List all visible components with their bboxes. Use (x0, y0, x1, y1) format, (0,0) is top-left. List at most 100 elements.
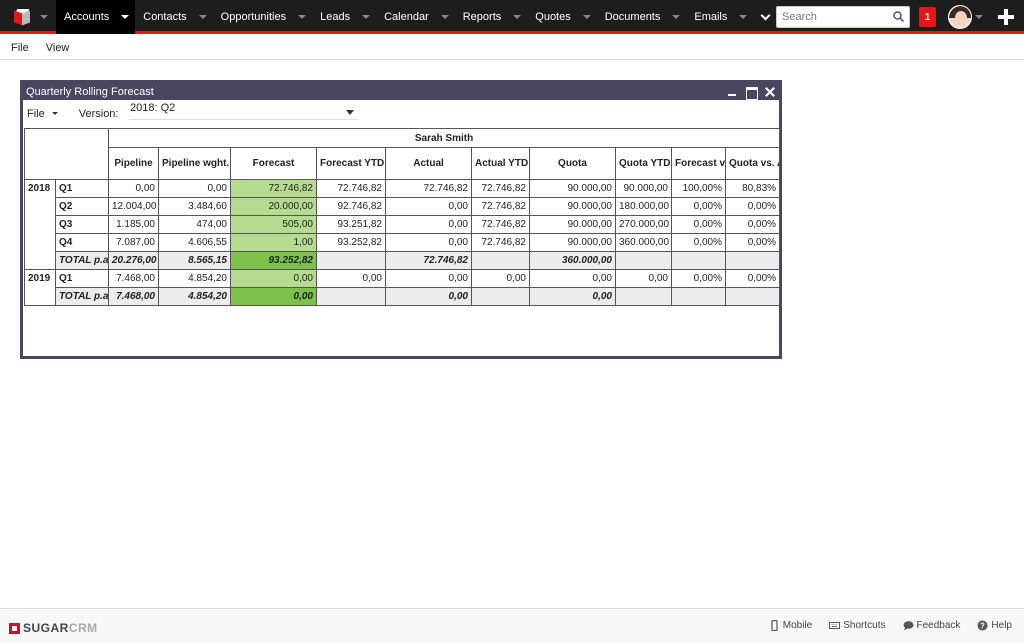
footer-link-help[interactable]: ? Help (977, 620, 1012, 631)
nav-item-label: Reports (462, 11, 502, 23)
quick-create-plus-icon[interactable] (998, 9, 1014, 25)
nav-item-accounts[interactable]: Accounts (56, 0, 136, 34)
nav-item-quotes[interactable]: Quotes (527, 0, 596, 34)
chevron-down-icon[interactable] (739, 15, 748, 19)
forecast-input-cell[interactable]: 72.746,82 (230, 179, 317, 198)
nav-item-reports[interactable]: Reports (455, 0, 528, 34)
nav-item-calendar[interactable]: Calendar (376, 0, 455, 34)
value-cell: 0,00 (471, 269, 530, 288)
version-value: 2018: Q2 (130, 102, 176, 114)
total-row: TOTAL p.a. 7.468,00 4.854,20 0,00 0,00 0,00 (25, 287, 781, 306)
column-header[interactable]: Forecast vs. Actual (671, 147, 726, 180)
minimize-icon[interactable] (726, 86, 738, 98)
column-header[interactable]: Actual (385, 147, 472, 180)
nav-item-contacts[interactable]: Contacts (135, 0, 212, 34)
chevron-down-icon[interactable] (298, 15, 307, 19)
column-header[interactable]: Pipeline (108, 147, 159, 180)
column-header[interactable]: Quota vs. Actual (724, 147, 781, 180)
global-search[interactable] (776, 6, 910, 28)
caret-down-icon (346, 110, 354, 115)
sugarcrm-logo: SUGARCRM (9, 621, 98, 635)
forecast-input-cell[interactable]: 93.252,82 (230, 251, 317, 270)
value-cell (615, 251, 672, 270)
window-file-menu[interactable]: File (27, 108, 58, 120)
help-icon: ? (977, 620, 991, 631)
value-cell: 93.252,82 (316, 233, 386, 252)
column-header[interactable]: Pipeline wght. (158, 147, 231, 180)
sugar-logo-menu-button[interactable] (0, 0, 56, 34)
value-cell: 12.004,00 (108, 197, 159, 216)
nav-item-emails[interactable]: Emails (686, 0, 753, 34)
forecast-input-cell[interactable]: 505,00 (230, 215, 317, 234)
menu-view[interactable]: View (46, 42, 70, 54)
column-header[interactable]: Quota YTD (615, 147, 672, 180)
user-avatar[interactable] (948, 5, 972, 29)
value-cell (724, 287, 781, 306)
column-header[interactable]: Quota (529, 147, 616, 180)
caret-down-icon (51, 112, 58, 115)
value-cell: 0,00 (385, 215, 472, 234)
footer-link-feedback[interactable]: Feedback (903, 620, 960, 631)
version-select[interactable]: 2018: Q2 (129, 102, 358, 120)
value-cell: 3.484,60 (158, 197, 231, 216)
value-cell: 90.000,00 (529, 197, 616, 216)
top-navigation-bar: Accounts Contacts Opportunities Leads Calend… (0, 0, 1024, 34)
nav-item-documents[interactable]: Documents (597, 0, 687, 34)
year-cell: 2018 (24, 179, 56, 270)
window-titlebar[interactable]: Quarterly Rolling Forecast (23, 83, 779, 100)
forecast-window: Quarterly Rolling Forecast File Version:… (20, 80, 782, 359)
table-header-row: Sarah Smith (24, 128, 781, 148)
search-icon[interactable] (893, 11, 904, 22)
sugar-cube-icon (14, 9, 30, 26)
chevron-down-icon[interactable] (198, 15, 207, 19)
column-header[interactable]: Forecast (230, 147, 317, 180)
sugar-cube-icon (9, 622, 20, 634)
table-row: Q3 1.185,00 474,00 505,00 93.251,82 0,00 72.74… (25, 215, 781, 234)
chevron-down-icon[interactable] (513, 15, 522, 19)
year-cell: 2019 (24, 269, 56, 306)
value-cell: 72.746,82 (471, 197, 530, 216)
column-header[interactable]: Actual YTD (471, 147, 530, 180)
chevron-down-icon[interactable] (121, 15, 130, 19)
value-cell: 4.606,55 (158, 233, 231, 252)
notifications-badge[interactable]: 1 (919, 7, 936, 27)
nav-item-opportunities[interactable]: Opportunities (213, 0, 312, 34)
value-cell: 8.565,15 (158, 251, 231, 270)
value-cell: 90.000,00 (529, 233, 616, 252)
column-header[interactable]: Forecast YTD (316, 147, 386, 180)
footer-link-mobile[interactable]: Mobile (769, 620, 812, 631)
nav-item-leads[interactable]: Leads (312, 0, 376, 34)
chevron-down-icon[interactable] (440, 15, 449, 19)
more-modules-button[interactable] (753, 0, 777, 34)
period-cell: TOTAL p.a. (55, 287, 109, 306)
nav-item-label: Opportunities (220, 11, 287, 23)
footer-link-label: Mobile (782, 620, 813, 631)
forecast-input-cell[interactable]: 20.000,00 (230, 197, 317, 216)
footer-link-label: Shortcuts (843, 620, 886, 631)
chevron-down-icon[interactable] (362, 15, 371, 19)
total-row: TOTAL p.a. 20.276,00 8.565,15 93.252,82 72.7… (25, 251, 781, 270)
menu-file[interactable]: File (11, 42, 29, 54)
period-cell: TOTAL p.a. (55, 251, 109, 270)
value-cell: 90.000,00 (615, 179, 672, 198)
footer-link-label: Help (991, 620, 1012, 631)
forecast-input-cell[interactable]: 0,00 (230, 269, 317, 288)
footer-link-shortcuts[interactable]: Shortcuts (829, 620, 886, 631)
close-icon[interactable] (764, 86, 776, 98)
corner-cell (24, 147, 109, 180)
value-cell: 1.185,00 (108, 215, 159, 234)
chevron-down-icon[interactable] (672, 15, 681, 19)
value-cell: 0,00 (385, 287, 472, 306)
chevron-down-icon[interactable] (975, 15, 983, 19)
maximize-icon[interactable] (745, 86, 758, 100)
group-header: Sarah Smith (107, 128, 781, 148)
forecast-input-cell[interactable]: 0,00 (230, 287, 317, 306)
svg-text:?: ? (980, 622, 985, 631)
value-cell: 0,00% (671, 215, 726, 234)
chevron-down-icon[interactable] (582, 15, 591, 19)
forecast-input-cell[interactable]: 1,00 (230, 233, 317, 252)
app-menubar: File View (0, 37, 1024, 60)
module-nav: Accounts Contacts Opportunities Leads Calend… (56, 0, 777, 34)
footer: SUGARCRM Mobile Shortcuts Feedback? Help (0, 608, 1024, 643)
search-input[interactable] (777, 7, 887, 27)
